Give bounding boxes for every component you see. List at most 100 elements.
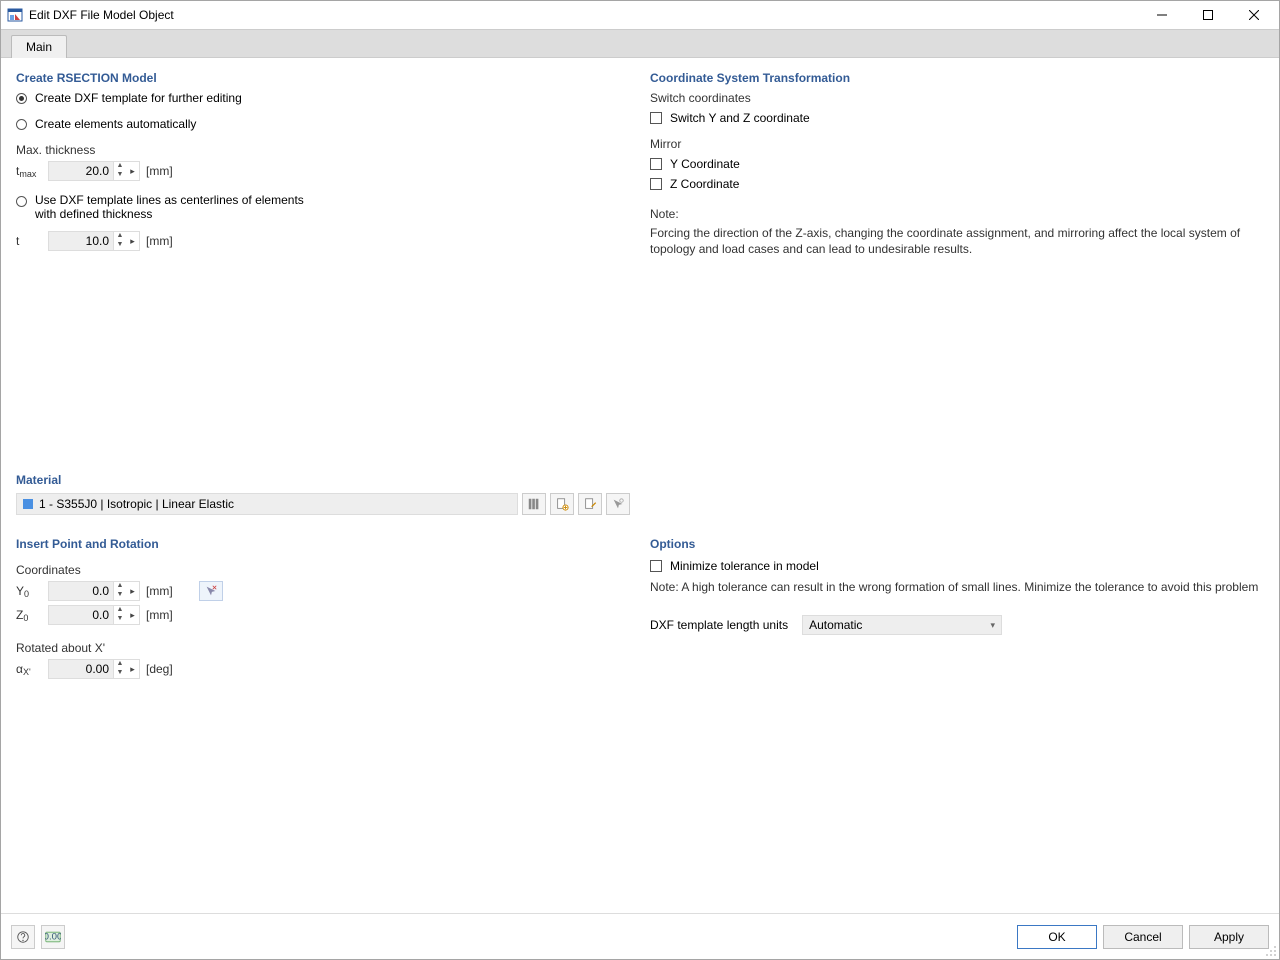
dialog-footer: 0.00 OK Cancel Apply	[1, 913, 1279, 959]
close-button[interactable]	[1231, 1, 1277, 29]
minimize-button[interactable]	[1139, 1, 1185, 29]
spinner-alpha[interactable]: ▲▼	[114, 659, 126, 679]
label-z0: Z0	[16, 608, 42, 622]
label-y0: Y0	[16, 584, 42, 598]
resize-grip-icon[interactable]	[1265, 945, 1277, 957]
input-t[interactable]: ▲▼ ▸	[48, 231, 140, 251]
radio-icon	[16, 93, 27, 104]
chevron-down-icon: ▾	[991, 620, 996, 631]
section-title-material: Material	[16, 473, 630, 487]
check-mirror-y[interactable]: Y Coordinate	[650, 157, 1264, 171]
checkbox-label: Z Coordinate	[670, 177, 739, 191]
input-t-value[interactable]	[48, 231, 114, 251]
material-library-button[interactable]	[522, 493, 546, 515]
unit-t: [mm]	[146, 234, 173, 248]
checkbox-icon	[650, 178, 662, 190]
material-pick-button[interactable]	[606, 493, 630, 515]
expand-alpha[interactable]: ▸	[126, 659, 140, 679]
spinner-t[interactable]: ▲▼	[114, 231, 126, 251]
spinner-tmax[interactable]: ▲▼	[114, 161, 126, 181]
panel-insert-point: Insert Point and Rotation Coordinates Y0…	[11, 530, 635, 905]
radio-centerline[interactable]: Use DXF template lines as centerlines of…	[16, 193, 630, 221]
panel-options: Options Minimize tolerance in model Note…	[645, 530, 1269, 905]
section-title-coord: Coordinate System Transformation	[650, 71, 1264, 85]
material-select[interactable]: 1 - S355J0 | Isotropic | Linear Elastic	[16, 493, 518, 515]
tab-main[interactable]: Main	[11, 35, 67, 58]
spinner-z0[interactable]: ▲▼	[114, 605, 126, 625]
radio-label: Create DXF template for further editing	[35, 91, 242, 105]
checkbox-icon	[650, 158, 662, 170]
check-switch-yz[interactable]: Switch Y and Z coordinate	[650, 111, 1264, 125]
checkbox-icon	[650, 560, 662, 572]
checkbox-label: Switch Y and Z coordinate	[670, 111, 810, 125]
label-coordinates: Coordinates	[16, 563, 630, 577]
label-t: t	[16, 234, 42, 248]
input-alpha[interactable]: ▲▼ ▸	[48, 659, 140, 679]
panel-material: Material 1 - S355J0 | Isotropic | Linear…	[11, 466, 635, 520]
input-y0-value[interactable]	[48, 581, 114, 601]
dialog-window: Edit DXF File Model Object Main Create R…	[0, 0, 1280, 960]
expand-t[interactable]: ▸	[126, 231, 140, 251]
radio-label: Use DXF template lines as centerlines of…	[35, 193, 315, 221]
panel-create-model: Create RSECTION Model Create DXF templat…	[11, 64, 635, 456]
cancel-button[interactable]: Cancel	[1103, 925, 1183, 949]
select-units[interactable]: Automatic ▾	[802, 615, 1002, 635]
content-area: Create RSECTION Model Create DXF templat…	[1, 58, 1279, 913]
unit-z0: [mm]	[146, 608, 173, 622]
input-tmax-value[interactable]	[48, 161, 114, 181]
expand-z0[interactable]: ▸	[126, 605, 140, 625]
checkbox-label: Y Coordinate	[670, 157, 740, 171]
select-units-value: Automatic	[809, 618, 862, 632]
input-alpha-value[interactable]	[48, 659, 114, 679]
check-minimize-tolerance[interactable]: Minimize tolerance in model	[650, 559, 1264, 573]
material-value: 1 - S355J0 | Isotropic | Linear Elastic	[39, 497, 234, 511]
apply-button[interactable]: Apply	[1189, 925, 1269, 949]
input-y0[interactable]: ▲▼ ▸	[48, 581, 140, 601]
ok-button[interactable]: OK	[1017, 925, 1097, 949]
section-title-insert: Insert Point and Rotation	[16, 537, 630, 551]
label-switch-coordinates: Switch coordinates	[650, 91, 1264, 105]
checkbox-icon	[650, 112, 662, 124]
options-note: Note: A high tolerance can result in the…	[650, 579, 1264, 595]
spinner-y0[interactable]: ▲▼	[114, 581, 126, 601]
input-z0-value[interactable]	[48, 605, 114, 625]
label-alpha: αX'	[16, 662, 42, 676]
radio-icon	[16, 119, 27, 130]
help-button[interactable]	[11, 925, 35, 949]
radio-create-auto[interactable]: Create elements automatically	[16, 117, 630, 131]
input-tmax[interactable]: ▲▼ ▸	[48, 161, 140, 181]
pick-point-button[interactable]	[199, 581, 223, 601]
field-y0: Y0 ▲▼ ▸ [mm]	[16, 581, 630, 601]
check-mirror-z[interactable]: Z Coordinate	[650, 177, 1264, 191]
svg-text:0.00: 0.00	[45, 931, 61, 942]
radio-create-template[interactable]: Create DXF template for further editing	[16, 91, 630, 105]
field-t: t ▲▼ ▸ [mm]	[16, 231, 630, 251]
material-edit-button[interactable]	[578, 493, 602, 515]
field-z0: Z0 ▲▼ ▸ [mm]	[16, 605, 630, 625]
window-controls	[1139, 1, 1277, 29]
material-new-button[interactable]	[550, 493, 574, 515]
label-note: Note:	[650, 207, 1264, 221]
checkbox-label: Minimize tolerance in model	[670, 559, 819, 573]
field-alpha: αX' ▲▼ ▸ [deg]	[16, 659, 630, 679]
maximize-button[interactable]	[1185, 1, 1231, 29]
unit-tmax: [mm]	[146, 164, 173, 178]
radio-icon	[16, 196, 27, 207]
expand-y0[interactable]: ▸	[126, 581, 140, 601]
label-mirror: Mirror	[650, 137, 1264, 151]
label-rotated: Rotated about X'	[16, 641, 630, 655]
input-z0[interactable]: ▲▼ ▸	[48, 605, 140, 625]
unit-alpha: [deg]	[146, 662, 173, 676]
label-max-thickness: Max. thickness	[16, 143, 630, 157]
label-units: DXF template length units	[650, 618, 788, 632]
section-title-create: Create RSECTION Model	[16, 71, 630, 85]
units-settings-button[interactable]: 0.00	[41, 925, 65, 949]
app-icon	[7, 7, 23, 23]
field-tmax: tmax ▲▼ ▸ [mm]	[16, 161, 630, 181]
section-title-options: Options	[650, 537, 1264, 551]
panel-coord-transform: Coordinate System Transformation Switch …	[645, 64, 1269, 456]
expand-tmax[interactable]: ▸	[126, 161, 140, 181]
label-tmax: tmax	[16, 164, 42, 178]
unit-y0: [mm]	[146, 584, 173, 598]
material-swatch-icon	[23, 499, 33, 509]
